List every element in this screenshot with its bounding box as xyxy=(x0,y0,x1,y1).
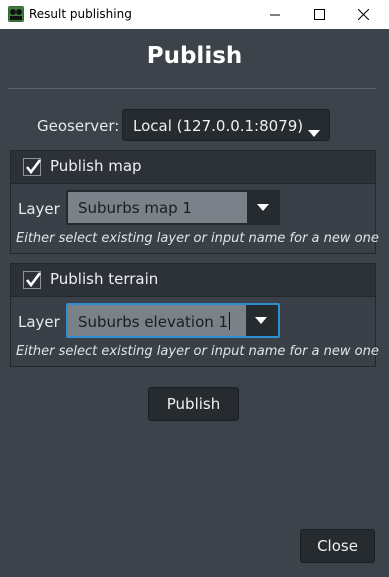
map-layer-value: Suburbs map 1 xyxy=(78,199,192,217)
map-layer-input[interactable]: Suburbs map 1 xyxy=(68,192,247,223)
checkmark-icon xyxy=(25,272,41,288)
map-layer-dropdown-button[interactable] xyxy=(247,191,279,224)
publish-map-label: Publish map xyxy=(50,157,142,175)
map-layer-combobox[interactable]: Suburbs map 1 xyxy=(66,190,280,225)
geoserver-label: Geoserver: xyxy=(37,117,120,135)
close-window-button[interactable] xyxy=(345,0,381,29)
terrain-layer-label: Layer xyxy=(18,313,60,331)
maximize-button[interactable] xyxy=(301,0,337,29)
publish-terrain-header[interactable]: Publish terrain xyxy=(11,264,375,297)
app-icon xyxy=(8,6,24,22)
publish-terrain-section: Publish terrain Layer Suburbs elevation … xyxy=(10,263,379,367)
terrain-layer-value: Suburbs elevation 1 xyxy=(78,312,231,331)
geoserver-selected-value: Local (127.0.0.1:8079) xyxy=(133,117,304,135)
text-cursor xyxy=(229,312,231,330)
divider xyxy=(8,88,376,89)
geoserver-select[interactable]: Local (127.0.0.1:8079) xyxy=(122,109,330,141)
publish-map-checkbox[interactable] xyxy=(23,158,41,176)
minimize-button[interactable] xyxy=(257,0,293,29)
window-title: Result publishing xyxy=(29,7,132,21)
map-layer-hint: Either select existing layer or input na… xyxy=(16,231,379,246)
checkmark-icon xyxy=(25,159,41,175)
publish-map-section: Publish map Layer Suburbs map 1 Either s… xyxy=(10,150,379,254)
chevron-down-icon xyxy=(308,122,320,141)
publish-map-header[interactable]: Publish map xyxy=(11,151,375,184)
terrain-layer-combobox[interactable]: Suburbs elevation 1 xyxy=(66,303,280,338)
window-titlebar: Result publishing xyxy=(0,0,389,29)
chevron-down-icon xyxy=(255,317,267,324)
map-layer-label: Layer xyxy=(18,200,60,218)
page-title: Publish xyxy=(146,43,243,69)
publish-terrain-label: Publish terrain xyxy=(50,270,159,288)
publish-button[interactable]: Publish xyxy=(148,387,239,421)
terrain-layer-dropdown-button[interactable] xyxy=(246,305,278,336)
publish-terrain-checkbox[interactable] xyxy=(23,271,41,289)
close-button[interactable]: Close xyxy=(300,529,375,563)
chevron-down-icon xyxy=(257,204,269,211)
terrain-layer-input[interactable]: Suburbs elevation 1 xyxy=(68,305,247,336)
terrain-layer-hint: Either select existing layer or input na… xyxy=(16,344,379,359)
